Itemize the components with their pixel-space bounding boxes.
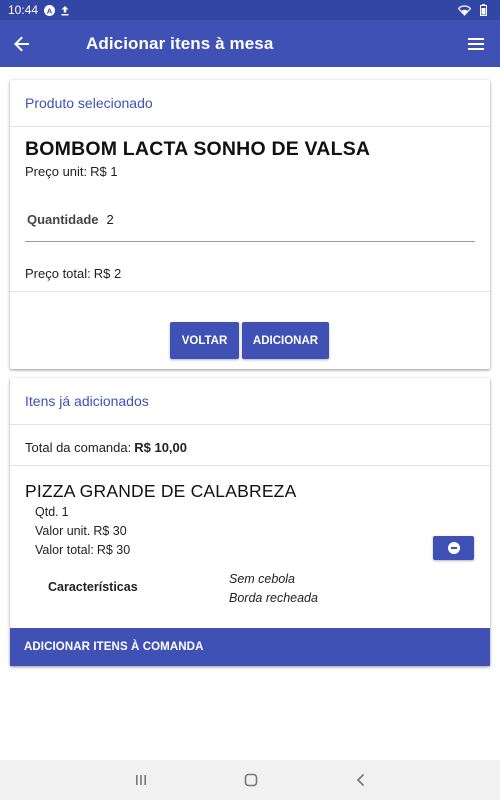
- item-quantity: Qtd. 1: [35, 505, 69, 519]
- item-total-amount: R$ 30: [96, 543, 131, 557]
- item-unit-amount: R$ 30: [93, 524, 127, 538]
- characteristics-list: Sem cebola Borda recheada: [229, 570, 318, 608]
- wifi-icon: [458, 4, 471, 16]
- item-total-value: Valor total: R$ 30: [35, 543, 130, 557]
- remove-item-button[interactable]: [433, 536, 474, 560]
- tab-total-value: R$ 10,00: [134, 440, 187, 455]
- selected-product-header: Produto selecionado: [10, 80, 490, 127]
- total-price-label: Preço total:: [25, 266, 91, 281]
- item-unit-label: Valor unit.: [35, 524, 91, 538]
- selected-product-card: Produto selecionado BOMBOM LACTA SONHO D…: [10, 80, 490, 369]
- add-to-tab-button[interactable]: ADICIONAR ITENS À COMANDA: [10, 628, 490, 666]
- status-bar: 10:44 A: [0, 0, 500, 20]
- quantity-label: Quantidade: [27, 212, 99, 227]
- characteristic-item: Sem cebola: [229, 572, 296, 586]
- total-price: Preço total: R$ 2: [25, 266, 121, 281]
- remove-circle-icon: [447, 542, 460, 554]
- status-time: 10:44: [8, 3, 39, 17]
- quantity-value[interactable]: 2: [107, 212, 114, 227]
- total-price-value: R$ 2: [93, 266, 122, 281]
- nav-back-icon[interactable]: [341, 760, 381, 800]
- divider: [10, 465, 490, 466]
- item-unit-value: Valor unit. R$ 30: [35, 524, 127, 538]
- upload-icon: [60, 5, 70, 16]
- system-navigation-bar: [0, 760, 500, 800]
- item-quantity-value: 1: [61, 505, 69, 519]
- tab-total: Total da comanda: R$ 10,00: [25, 440, 187, 455]
- added-items-header: Itens já adicionados: [10, 378, 490, 425]
- menu-icon[interactable]: [452, 20, 500, 67]
- quantity-field[interactable]: Quantidade 2: [25, 212, 475, 242]
- app-notification-icon: A: [44, 4, 56, 16]
- arrow-back-icon[interactable]: [0, 20, 44, 67]
- item-name: PIZZA GRANDE DE CALABREZA: [25, 481, 297, 501]
- unit-price-label: Preço unit:: [25, 164, 88, 179]
- svg-text:A: A: [47, 6, 53, 15]
- product-name: BOMBOM LACTA SONHO DE VALSA: [25, 138, 371, 160]
- tab-total-label: Total da comanda:: [25, 440, 132, 455]
- recents-icon[interactable]: [121, 760, 161, 800]
- unit-price: Preço unit: R$ 1: [25, 164, 118, 179]
- characteristic-item: Borda recheada: [229, 591, 318, 605]
- unit-price-value: R$ 1: [90, 164, 118, 179]
- page-title: Adicionar itens à mesa: [86, 33, 274, 53]
- characteristics-label: Características: [48, 580, 138, 594]
- added-items-card: Itens já adicionados Total da comanda: R$…: [10, 378, 490, 666]
- battery-icon: [480, 4, 487, 16]
- app-bar: Adicionar itens à mesa: [0, 20, 500, 67]
- divider: [10, 291, 490, 292]
- home-icon[interactable]: [231, 760, 271, 800]
- item-total-label: Valor total:: [35, 543, 94, 557]
- add-button[interactable]: ADICIONAR: [242, 322, 329, 359]
- back-button[interactable]: VOLTAR: [170, 322, 239, 359]
- item-quantity-label: Qtd.: [35, 505, 59, 519]
